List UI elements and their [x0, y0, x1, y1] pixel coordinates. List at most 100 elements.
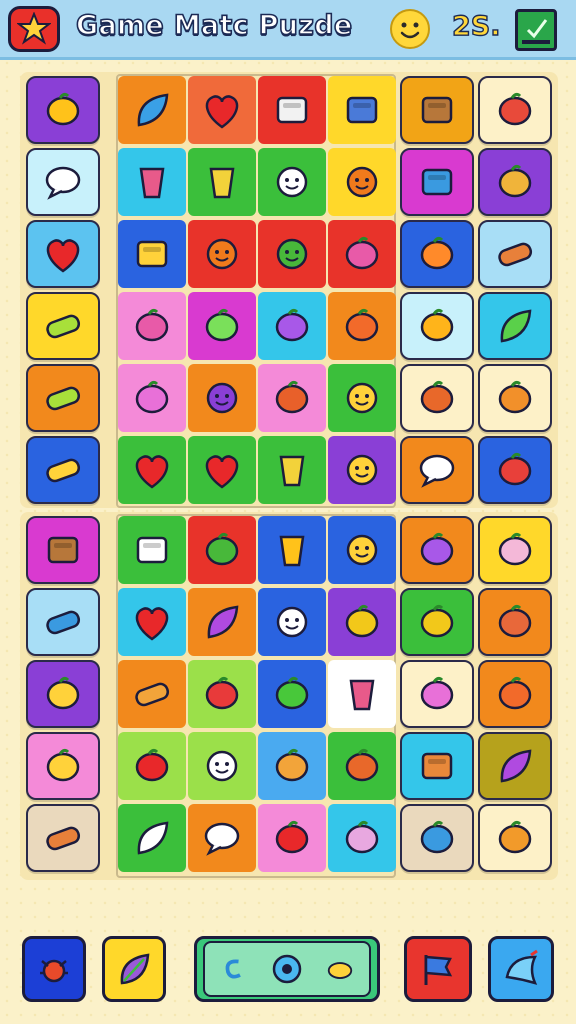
strawberry-icon	[275, 676, 309, 710]
bottom-tile-mango[interactable]	[328, 588, 396, 656]
bottom-tile-scroll[interactable]	[118, 660, 186, 728]
alarm-icon	[205, 308, 239, 342]
smiley-icon[interactable]	[390, 9, 430, 49]
top-tile-trumpet[interactable]	[400, 220, 474, 288]
top-tile-lemon[interactable]	[400, 292, 474, 360]
bottom-tile-shovel[interactable]	[26, 660, 100, 728]
top-tile-heart[interactable]	[188, 76, 256, 144]
bottom-tile-turtle[interactable]	[26, 732, 100, 800]
bottom-tile-cup[interactable]	[328, 660, 396, 728]
top-tile-shell[interactable]	[478, 148, 552, 216]
bottom-tile-book[interactable]	[118, 516, 186, 584]
top-tile-gear[interactable]	[328, 148, 396, 216]
top-tile-beetles[interactable]	[26, 76, 100, 144]
leaf-icon	[120, 953, 150, 985]
top-tile-pumpkin[interactable]	[118, 364, 186, 432]
bottom-tile-pumpkin[interactable]	[400, 660, 474, 728]
menu-button[interactable]	[515, 9, 557, 51]
top-tile-gear[interactable]	[188, 220, 256, 288]
bottom-tile-leaf[interactable]	[188, 588, 256, 656]
top-tile-chat[interactable]	[400, 436, 474, 504]
bottom-tile-melon[interactable]	[188, 516, 256, 584]
top-tile-planet[interactable]	[188, 364, 256, 432]
top-tile-rocket[interactable]	[118, 76, 186, 144]
cup-icon	[139, 167, 165, 199]
bottom-tile-egg[interactable]	[188, 804, 256, 872]
top-tile-heart[interactable]	[118, 436, 186, 504]
top-tile-meat[interactable]	[478, 76, 552, 144]
bottom-tile-apple[interactable]	[258, 804, 326, 872]
bottom-tile-heart[interactable]	[118, 588, 186, 656]
top-tile-splat[interactable]	[478, 364, 552, 432]
fruit-icon	[498, 676, 532, 710]
bottom-tile-fruit[interactable]	[478, 660, 552, 728]
top-tile-horn[interactable]	[400, 364, 474, 432]
bottom-tile-strawberry[interactable]	[258, 660, 326, 728]
top-tile-fruit[interactable]	[328, 292, 396, 360]
top-tile-pepper[interactable]	[478, 292, 552, 360]
top-tile-candy[interactable]	[26, 364, 100, 432]
bottom-tile-guitar[interactable]	[258, 732, 326, 800]
top-tile-sun[interactable]	[328, 364, 396, 432]
sun-icon	[346, 382, 378, 414]
bug-icon	[40, 959, 68, 983]
top-tile-glass[interactable]	[258, 436, 326, 504]
bottom-tile-wave[interactable]	[400, 804, 474, 872]
top-tile-glass[interactable]	[188, 148, 256, 216]
bird-button[interactable]	[488, 936, 554, 1002]
lemon-icon[interactable]	[325, 954, 355, 984]
bottom-tile-onion[interactable]	[328, 804, 396, 872]
top-tile-corn[interactable]	[26, 436, 100, 504]
shell-icon	[498, 164, 532, 198]
top-tile-plum[interactable]	[258, 292, 326, 360]
bottom-tile-plum[interactable]	[400, 516, 474, 584]
top-tile-chat[interactable]	[26, 148, 100, 216]
top-tile-alarm[interactable]	[188, 292, 256, 360]
top-tile-jar[interactable]	[258, 76, 326, 144]
powerups-button[interactable]	[194, 936, 380, 1002]
bottom-tile-pot[interactable]	[258, 516, 326, 584]
top-tile-log[interactable]	[478, 220, 552, 288]
top-tile-robot[interactable]	[118, 292, 186, 360]
top-tile-robot[interactable]	[328, 220, 396, 288]
top-tile-candy[interactable]	[26, 292, 100, 360]
bottom-tile-sun[interactable]	[328, 516, 396, 584]
bottom-tile-crate[interactable]	[400, 732, 474, 800]
top-tile-box[interactable]	[400, 76, 474, 144]
swirl-icon[interactable]	[219, 954, 249, 984]
top-tile-cake[interactable]	[258, 364, 326, 432]
bottom-tile-star[interactable]	[400, 588, 474, 656]
bottom-tile-log[interactable]	[26, 804, 100, 872]
flag-button[interactable]	[404, 936, 472, 1002]
bottom-tile-face[interactable]	[188, 732, 256, 800]
top-tile-radio[interactable]	[400, 148, 474, 216]
top-tile-jelly[interactable]	[478, 436, 552, 504]
bottom-tile-cone[interactable]	[118, 804, 186, 872]
bottom-tile-box[interactable]	[26, 516, 100, 584]
bottom-tile-swirl[interactable]	[478, 588, 552, 656]
bottom-tile-leaf[interactable]	[478, 732, 552, 800]
top-tile-dice[interactable]	[118, 220, 186, 288]
cake-icon	[275, 380, 309, 414]
top-tile-heart[interactable]	[188, 436, 256, 504]
top-tile-cup[interactable]	[118, 148, 186, 216]
top-tile-face[interactable]	[258, 148, 326, 216]
top-tile-sun[interactable]	[328, 436, 396, 504]
top-tile-virus[interactable]	[258, 220, 326, 288]
book-icon	[136, 536, 168, 564]
box-icon	[47, 536, 79, 564]
bug-button[interactable]	[22, 936, 86, 1002]
bottom-tile-apple[interactable]	[118, 732, 186, 800]
bottom-tile-bird[interactable]	[478, 516, 552, 584]
bottom-tile-croissant[interactable]	[478, 804, 552, 872]
gear-icon[interactable]	[267, 949, 307, 989]
bottom-tile-tube[interactable]	[26, 588, 100, 656]
bottom-tile-fries[interactable]	[328, 732, 396, 800]
leaf-button[interactable]	[102, 936, 166, 1002]
bottom-tile-face[interactable]	[258, 588, 326, 656]
top-tile-heart[interactable]	[26, 220, 100, 288]
star-button[interactable]	[8, 6, 60, 52]
top-tile-phone[interactable]	[328, 76, 396, 144]
bottom-tile-bow[interactable]	[188, 660, 256, 728]
fruit-icon	[345, 308, 379, 342]
